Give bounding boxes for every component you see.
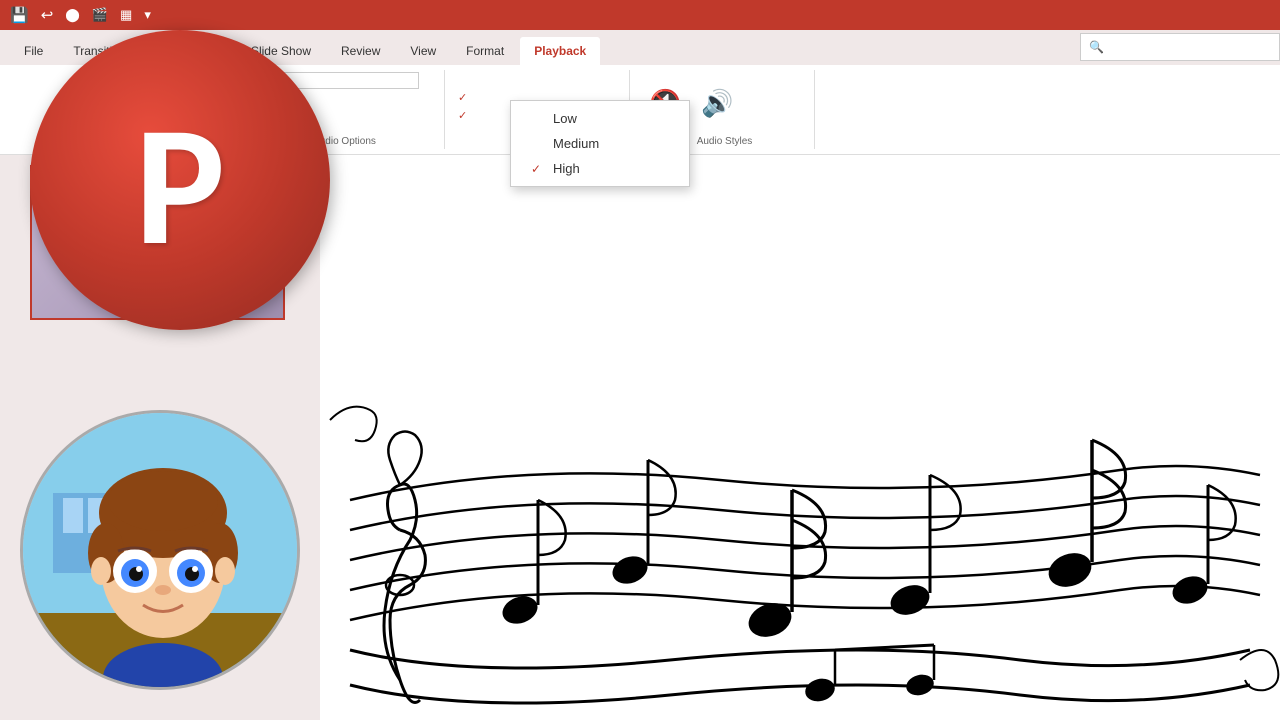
tab-review[interactable]: Review: [327, 37, 394, 65]
redo-icon[interactable]: ⬤: [65, 7, 80, 23]
music-background: [320, 100, 1280, 720]
undo-icon[interactable]: ↩: [41, 6, 54, 24]
powerpoint-p: P: [135, 100, 225, 270]
volume-medium-label: Medium: [553, 136, 599, 151]
title-bar-left: 💾 ↩ ⬤ 🎬 ▦ ▾: [10, 6, 151, 24]
title-bar: 💾 ↩ ⬤ 🎬 ▦ ▾: [0, 0, 1280, 30]
volume-low-option[interactable]: Low: [511, 106, 689, 131]
rewind-option[interactable]: ✓: [458, 109, 472, 122]
avatar-circle: [20, 410, 300, 690]
tab-file[interactable]: File: [10, 37, 57, 65]
tab-view[interactable]: View: [396, 37, 450, 65]
rewind-check-icon: ✓: [458, 109, 467, 122]
volume-high-label: High: [553, 161, 580, 176]
tab-format[interactable]: Format: [452, 37, 518, 65]
hide-check-icon: ✓: [458, 91, 467, 104]
volume-high-check: ✓: [531, 162, 545, 176]
tell-me-box[interactable]: 🔍: [1080, 33, 1280, 61]
table-icon[interactable]: ▦: [120, 7, 132, 23]
volume-dropdown: Low Medium ✓ High: [510, 100, 690, 187]
play-background-button[interactable]: 🔊: [695, 85, 739, 122]
volume-high-option[interactable]: ✓ High: [511, 156, 689, 181]
tab-playback[interactable]: Playback: [520, 37, 600, 65]
volume-medium-option[interactable]: Medium: [511, 131, 689, 156]
play-background-icon: 🔊: [701, 88, 733, 119]
hide-during-show-option[interactable]: ✓: [458, 91, 472, 104]
powerpoint-logo: P: [30, 30, 330, 330]
search-icon: 🔍: [1089, 40, 1104, 54]
more-icon[interactable]: ▾: [144, 7, 151, 23]
video-icon[interactable]: 🎬: [92, 7, 108, 23]
music-notes-area: [320, 300, 1280, 700]
save-icon[interactable]: 💾: [10, 6, 29, 24]
volume-low-label: Low: [553, 111, 577, 126]
